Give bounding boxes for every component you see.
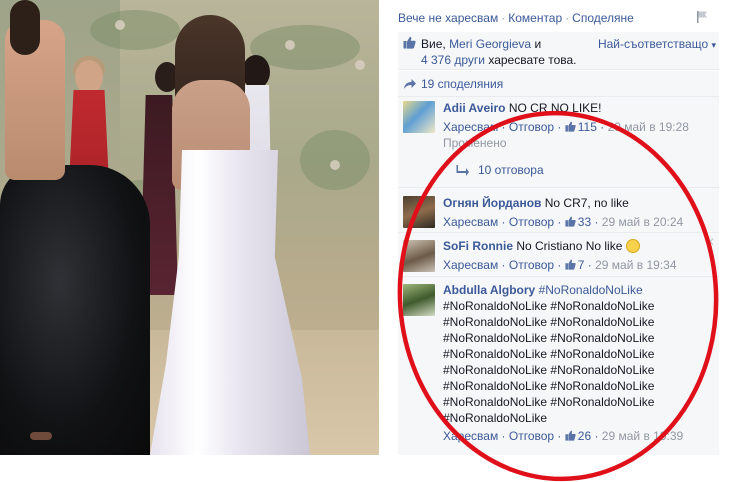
separator: · [565,11,570,25]
sort-label: Най-съответстващо [597,37,709,51]
comment-like-count[interactable]: 33 [578,215,591,229]
like-thumb-icon [565,259,576,270]
comment-text-line: #NoRonaldoNoLike [443,411,548,425]
comment-author-link[interactable]: Abdulla Algbory [443,283,535,297]
comment-text-line: #NoRonaldoNoLike #NoRonaldoNoLike [443,395,655,409]
close-icon[interactable]: ✕ [705,235,715,249]
woman-red-head [75,60,103,94]
avatar[interactable] [403,101,435,133]
wallpaper-flower [330,160,340,170]
like-comment-link[interactable]: Харесвам [443,120,498,134]
comment-text-line: #NoRonaldoNoLike #NoRonaldoNoLike [443,347,655,361]
reply-link[interactable]: Отговор [509,258,554,272]
comment-like-count[interactable]: 115 [578,120,597,134]
likes-prefix: Вие, [421,37,446,51]
share-arrow-icon [404,79,416,89]
avatar[interactable] [403,284,435,316]
comment-body: Adii Aveiro NO CR NO LIKE! Харесвам · От… [443,100,713,151]
reply-link[interactable]: Отговор [509,429,554,443]
reply-link[interactable]: Отговор [509,215,554,229]
comment-actions: Харесвам · Отговор · 26 · 29 май в 19:39 [443,429,684,443]
comment-item: Adii Aveiro NO CR NO LIKE! Харесвам · От… [398,97,719,188]
comment-actions: Харесвам · Отговор · 7 · 29 май в 19:34 [443,258,677,272]
liker-name-link[interactable]: Meri Georgieva [449,37,531,51]
likes-line-1: Вие, Meri Georgieva и [421,36,541,52]
hashtag-link[interactable]: #NoRonaldoNoLike [539,283,643,297]
shoe [30,432,52,440]
comment-actions: Харесвам · Отговор · 115 · 29 май в 19:2… [443,120,689,134]
comment-text: No CR7, no like [544,196,629,210]
share-link[interactable]: Споделяне [572,11,634,25]
like-thumb-icon [565,430,576,441]
view-replies-link[interactable]: 10 отговора [456,162,544,178]
comment-body: SoFi Ronnie No Cristiano No like Харесва… [443,238,713,273]
comment-like-count[interactable]: 26 [578,429,591,443]
sort-dropdown[interactable]: Най-съответстващо ▾ [598,36,716,53]
avatar[interactable] [403,196,435,228]
comment-body: Огнян Йорданов No CR7, no like Харесвам … [443,195,713,230]
comment-text: No Cristiano No like [516,239,623,253]
like-comment-link[interactable]: Харесвам [443,258,498,272]
edited-label[interactable]: Променено [443,135,713,151]
like-comment-link[interactable]: Харесвам [443,429,498,443]
woman-right-head [242,55,270,89]
like-thumb-icon [565,216,576,227]
like-thumb-icon [403,36,416,49]
shares-count-link[interactable]: 19 споделяния [421,71,503,97]
replies-count: 10 отговора [478,163,544,177]
wallpaper-flower [355,60,365,70]
woman-left-hair [10,0,40,55]
likes-line-2: 4 376 други харесвате това. [421,52,577,68]
wallpaper-flower [115,20,125,30]
comment-text-line: #NoRonaldoNoLike #NoRonaldoNoLike [443,363,655,377]
comments-list: Adii Aveiro NO CR NO LIKE! Харесвам · От… [398,97,719,455]
black-gown [0,165,150,455]
avatar[interactable] [403,240,435,272]
likes-and: и [534,37,542,51]
post-actions-bar: Вече не харесвам · Коментар · Споделяне [398,9,719,27]
comment-author-link[interactable]: Огнян Йорданов [443,196,541,210]
likes-suffix: харесвате това. [488,53,577,67]
wallpaper-flower [285,40,295,50]
reply-link[interactable]: Отговор [509,120,554,134]
comment-timestamp[interactable]: 29 май в 19:34 [595,258,676,272]
comment-link[interactable]: Коментар [508,11,562,25]
comment-text-line: #NoRonaldoNoLike #NoRonaldoNoLike [443,315,655,329]
reply-arrow-icon [456,165,469,176]
likes-others-link[interactable]: 4 376 други [421,53,485,67]
comment-text-line: #NoRonaldoNoLike #NoRonaldoNoLike [443,379,655,393]
post-photo[interactable] [0,0,379,455]
comment-actions: Харесвам · Отговор · 33 · 29 май в 20:24 [443,215,684,229]
shares-row[interactable]: 19 споделяния [398,71,719,97]
separator: · [501,11,506,25]
comment-author-link[interactable]: Adii Aveiro [443,101,505,115]
comment-timestamp[interactable]: 29 май в 19:28 [608,120,689,134]
comment-text: NO CR NO LIKE! [508,101,602,115]
like-thumb-icon [565,121,576,132]
comment-item: SoFi Ronnie No Cristiano No like Харесва… [398,235,719,277]
like-comment-link[interactable]: Харесвам [443,215,498,229]
comment-text-line: #NoRonaldoNoLike #NoRonaldoNoLike [443,299,655,313]
comment-author-link[interactable]: SoFi Ronnie [443,239,513,253]
chevron-down-icon: ▾ [711,40,716,50]
unlike-link[interactable]: Вече не харесвам [398,11,498,25]
comment-timestamp[interactable]: 29 май в 20:24 [602,215,683,229]
likes-summary: Вие, Meri Georgieva и 4 376 други харесв… [398,32,719,70]
flag-icon[interactable] [695,10,709,24]
comments-panel: Вече не харесвам · Коментар · Споделяне Вие,… [398,0,719,455]
comment-item: Abdulla Algbory #NoRonaldoNoLike #NoRona… [398,279,719,447]
comment-like-count[interactable]: 7 [578,258,585,272]
comment-text-line: #NoRonaldoNoLike #NoRonaldoNoLike [443,331,655,345]
wink-emoji-icon [625,239,640,253]
wallpaper-branch [90,10,180,50]
comment-timestamp[interactable]: 29 май в 19:39 [602,429,683,443]
comment-body: Abdulla Algbory #NoRonaldoNoLike #NoRona… [443,282,713,444]
comment-item: Огнян Йорданов No CR7, no like Харесвам … [398,192,719,233]
